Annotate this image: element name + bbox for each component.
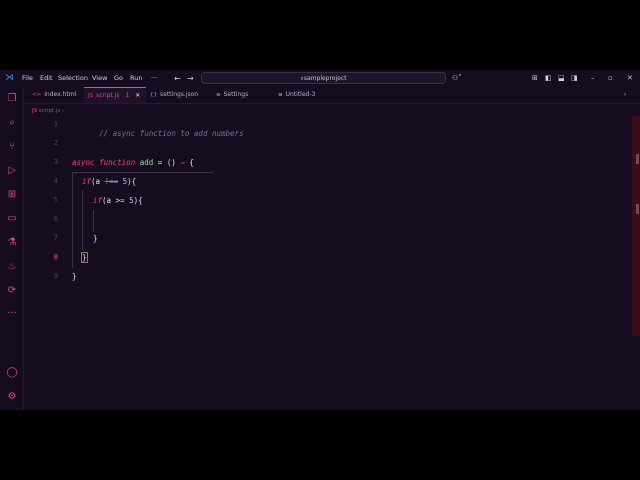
keyword-async: async [72,158,95,167]
extensions-icon[interactable]: ⊞ [5,188,19,202]
text-file-icon: ≡ [278,92,283,98]
tab-label: script.js [96,92,120,99]
code-editor[interactable]: 1 2 3 4 5 6 7 8 9 // async function to a… [24,116,632,410]
tab-settings[interactable]: ≡ Settings [212,87,278,103]
back-arrow-icon[interactable]: ← [174,70,181,87]
js-file-icon: JS [32,108,38,114]
line-number: 1 [53,120,58,128]
tab-untitled-3[interactable]: ≡ Untitled-3 [274,87,334,103]
condition-close: ){ [127,177,137,186]
minimize-button[interactable]: – [591,70,595,87]
line-number: 6 [53,215,58,223]
breadcrumb-separator: › [62,108,65,114]
settings-gear-icon[interactable]: ⚙ [5,390,19,404]
code-line-7: } [93,234,98,243]
code-line-9: } [72,272,77,281]
files-icon[interactable]: ❐ [5,92,19,106]
menu-go[interactable]: Go [114,70,123,87]
line-number: 3 [53,158,58,166]
source-control-icon[interactable]: ⑂ [5,140,19,154]
tab-settings-json[interactable]: {} settings.json [146,87,216,103]
tab-index-html[interactable]: <> index.html [28,87,88,103]
activity-bar: ❐ ⌕ ⑂ ▷ ⊞ ▭ ⚗ ♨ ⟳ ··· ◯ ⚙ [0,87,24,410]
run-debug-icon[interactable]: ▷ [5,164,19,178]
condition-close: ){ [133,196,143,205]
flame-icon[interactable]: ♨ [5,260,19,274]
code-line-8: } [81,252,88,263]
more-icon[interactable]: ··· [5,307,19,321]
tab-script-js[interactable]: JS script.js 1 ✕ [84,87,146,103]
copilot-icon[interactable]: ⚇˅ [452,70,462,87]
close-tab-icon[interactable]: ✕ [135,92,140,99]
html-file-icon: <> [32,92,42,98]
scroll-marker [636,154,639,164]
open-brace: { [184,158,194,167]
code-line-3: async function add = () ⇒ { [72,158,194,167]
breadcrumb[interactable]: JS script.js › [32,106,64,116]
close-window-button[interactable]: ✕ [627,70,633,87]
menu-run[interactable]: Run [130,70,142,87]
function-name: add [139,158,154,167]
customize-layout-icon[interactable]: ⊞ [532,70,538,87]
settings-file-icon: ≡ [216,92,221,98]
line-number: 2 [53,139,58,147]
breadcrumb-file[interactable]: script.js [39,108,60,114]
search-icon[interactable]: ⌕ [5,116,19,130]
condition-open: (a >= [102,196,130,205]
line-number: 9 [53,272,58,280]
json-file-icon: {} [150,92,157,98]
indent-guide [82,190,83,250]
line-number: 4 [53,177,58,185]
tab-label: settings.json [160,91,199,98]
code-line-5: if(a >= 5){ [93,196,143,205]
keyword-if: if [82,177,92,186]
tab-label: Settings [223,91,249,98]
scroll-marker [636,204,639,214]
toggle-panel-icon[interactable]: ⬓ [558,70,565,87]
tab-label: index.html [44,91,77,98]
strict-inequality: !== [104,177,119,186]
toggle-sidebar-icon[interactable]: ◧ [545,70,552,87]
account-icon[interactable]: ◯ [5,366,19,380]
editor-scrollbar[interactable] [632,116,640,336]
line-number-current: 8 [53,253,58,261]
indent-guide [72,172,73,268]
editor-tabs: <> index.html JS script.js 1 ✕ {} settings.… [24,87,640,104]
line-number: 7 [53,234,58,242]
number-literal: 5 [118,177,128,186]
condition-open: (a [91,177,105,186]
menu-selection[interactable]: Selection [58,70,88,87]
keyword-function: function [99,158,136,167]
code-line-1: // async function to add numbers [72,120,244,147]
js-file-icon: JS [88,93,94,99]
menu-more[interactable]: ··· [151,70,157,87]
comment: // async function to add numbers [99,129,244,138]
testing-icon[interactable]: ⚗ [5,236,19,250]
indent-guide [93,210,94,232]
search-text: sampleproject [303,75,347,82]
forward-arrow-icon[interactable]: → [187,70,194,87]
toggle-secondary-sidebar-icon[interactable]: ◨ [571,70,578,87]
command-center-search[interactable]: ⌕sampleproject [201,72,446,84]
restore-button[interactable]: ▫ [608,70,613,87]
operator: = () [153,158,181,167]
keyword-if: if [93,196,103,205]
problems-count-badge: 1 [125,92,130,99]
title-bar: ⋊ File Edit Selection View Go Run ··· ← … [0,70,640,87]
tabs-more-icon[interactable]: › [624,87,626,103]
menu-edit[interactable]: Edit [40,70,53,87]
line-number: 5 [53,196,58,204]
vscode-window: ⋊ File Edit Selection View Go Run ··· ← … [0,70,640,410]
git-graph-icon[interactable]: ⟳ [5,284,19,298]
scope-underline [72,172,213,173]
code-line-4: if(a !== 5){ [82,177,136,186]
tab-label: Untitled-3 [285,91,316,98]
menu-view[interactable]: View [92,70,107,87]
remote-explorer-icon[interactable]: ▭ [5,212,19,226]
menu-file[interactable]: File [22,70,33,87]
